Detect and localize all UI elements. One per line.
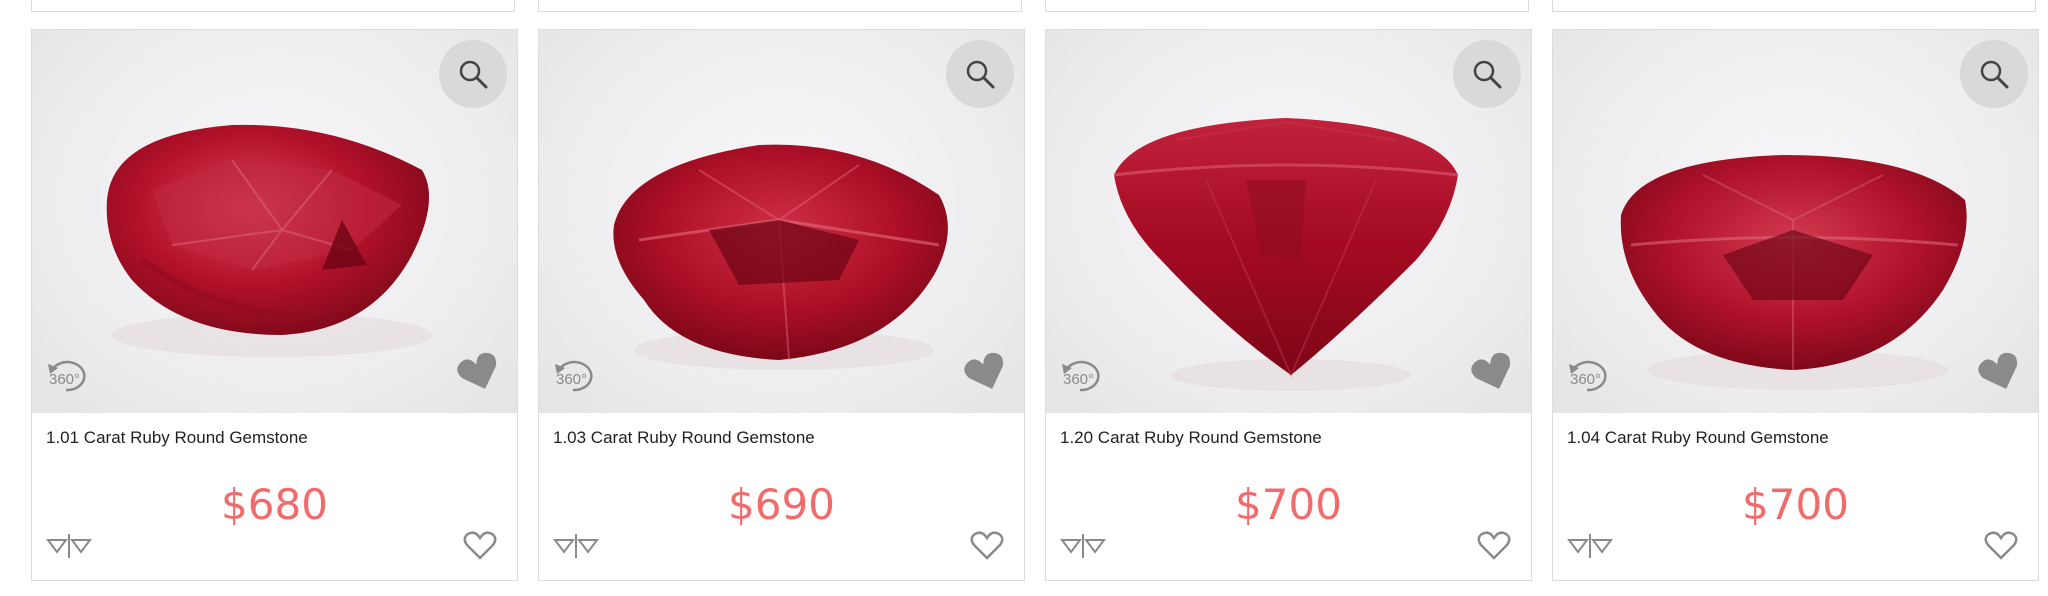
- rotate-360-icon: 360°: [1062, 360, 1100, 392]
- zoom-button[interactable]: [946, 40, 1014, 108]
- favorite-badge[interactable]: [1471, 352, 1515, 397]
- favorite-badge[interactable]: [457, 352, 501, 397]
- rotate-360-button[interactable]: 360°: [46, 350, 92, 401]
- rotate-360-label: 360°: [49, 371, 80, 388]
- product-title[interactable]: 1.20 Carat Ruby Round Gemstone: [1060, 428, 1322, 448]
- product-image[interactable]: 360°: [32, 30, 517, 413]
- rotate-360-label: 360°: [1063, 371, 1094, 388]
- heart-filled-icon: [457, 352, 497, 389]
- compare-icon: [1060, 534, 1106, 558]
- heart-filled-icon: [964, 352, 1004, 389]
- zoom-button[interactable]: [1453, 40, 1521, 108]
- rotate-360-button[interactable]: 360°: [1060, 350, 1106, 401]
- product-card-above: [1552, 0, 2036, 12]
- rotate-360-icon: 360°: [48, 360, 86, 392]
- compare-button[interactable]: [46, 534, 92, 563]
- compare-button[interactable]: [1567, 534, 1613, 563]
- rotate-360-button[interactable]: 360°: [1567, 350, 1613, 401]
- product-title[interactable]: 1.01 Carat Ruby Round Gemstone: [46, 428, 308, 448]
- product-card[interactable]: 360° 1.04 Carat Ruby Round Gemstone $700: [1552, 29, 2039, 581]
- product-card[interactable]: 360° 1.01 Carat Ruby Round Gemstone $680: [31, 29, 518, 581]
- product-title[interactable]: 1.04 Carat Ruby Round Gemstone: [1567, 428, 1829, 448]
- heart-outline-icon: [1984, 531, 2018, 560]
- compare-button[interactable]: [553, 534, 599, 563]
- heart-outline-icon: [1477, 531, 1511, 560]
- heart-filled-icon: [1978, 352, 2018, 389]
- heart-filled-icon: [1471, 352, 1511, 389]
- product-card[interactable]: 360° 1.20 Carat Ruby Round Gemstone $700: [1045, 29, 1532, 581]
- zoom-button[interactable]: [439, 40, 507, 108]
- compare-icon: [46, 534, 92, 558]
- search-icon: [966, 60, 995, 89]
- compare-icon: [553, 534, 599, 558]
- rotate-360-label: 360°: [556, 371, 587, 388]
- wishlist-button[interactable]: [1477, 530, 1511, 565]
- wishlist-button[interactable]: [463, 530, 497, 565]
- product-card-above: [31, 0, 515, 12]
- product-price: $700: [1235, 480, 1342, 529]
- product-card-above: [1045, 0, 1529, 12]
- zoom-button[interactable]: [1960, 40, 2028, 108]
- product-price: $690: [728, 480, 835, 529]
- product-card-above: [538, 0, 1022, 12]
- product-image[interactable]: 360°: [539, 30, 1024, 413]
- product-title[interactable]: 1.03 Carat Ruby Round Gemstone: [553, 428, 815, 448]
- product-price: $700: [1742, 480, 1849, 529]
- search-icon: [1980, 60, 2009, 89]
- rotate-360-label: 360°: [1570, 371, 1601, 388]
- rotate-360-icon: 360°: [555, 360, 593, 392]
- heart-outline-icon: [970, 531, 1004, 560]
- product-image[interactable]: 360°: [1046, 30, 1531, 413]
- product-card[interactable]: 360° 1.03 Carat Ruby Round Gemstone $690: [538, 29, 1025, 581]
- search-icon: [459, 60, 488, 89]
- wishlist-button[interactable]: [970, 530, 1004, 565]
- search-icon: [1473, 60, 1502, 89]
- favorite-badge[interactable]: [964, 352, 1008, 397]
- rotate-360-button[interactable]: 360°: [553, 350, 599, 401]
- wishlist-button[interactable]: [1984, 530, 2018, 565]
- product-price: $680: [221, 480, 328, 529]
- heart-outline-icon: [463, 531, 497, 560]
- compare-icon: [1567, 534, 1613, 558]
- favorite-badge[interactable]: [1978, 352, 2022, 397]
- rotate-360-icon: 360°: [1569, 360, 1607, 392]
- product-image[interactable]: 360°: [1553, 30, 2038, 413]
- compare-button[interactable]: [1060, 534, 1106, 563]
